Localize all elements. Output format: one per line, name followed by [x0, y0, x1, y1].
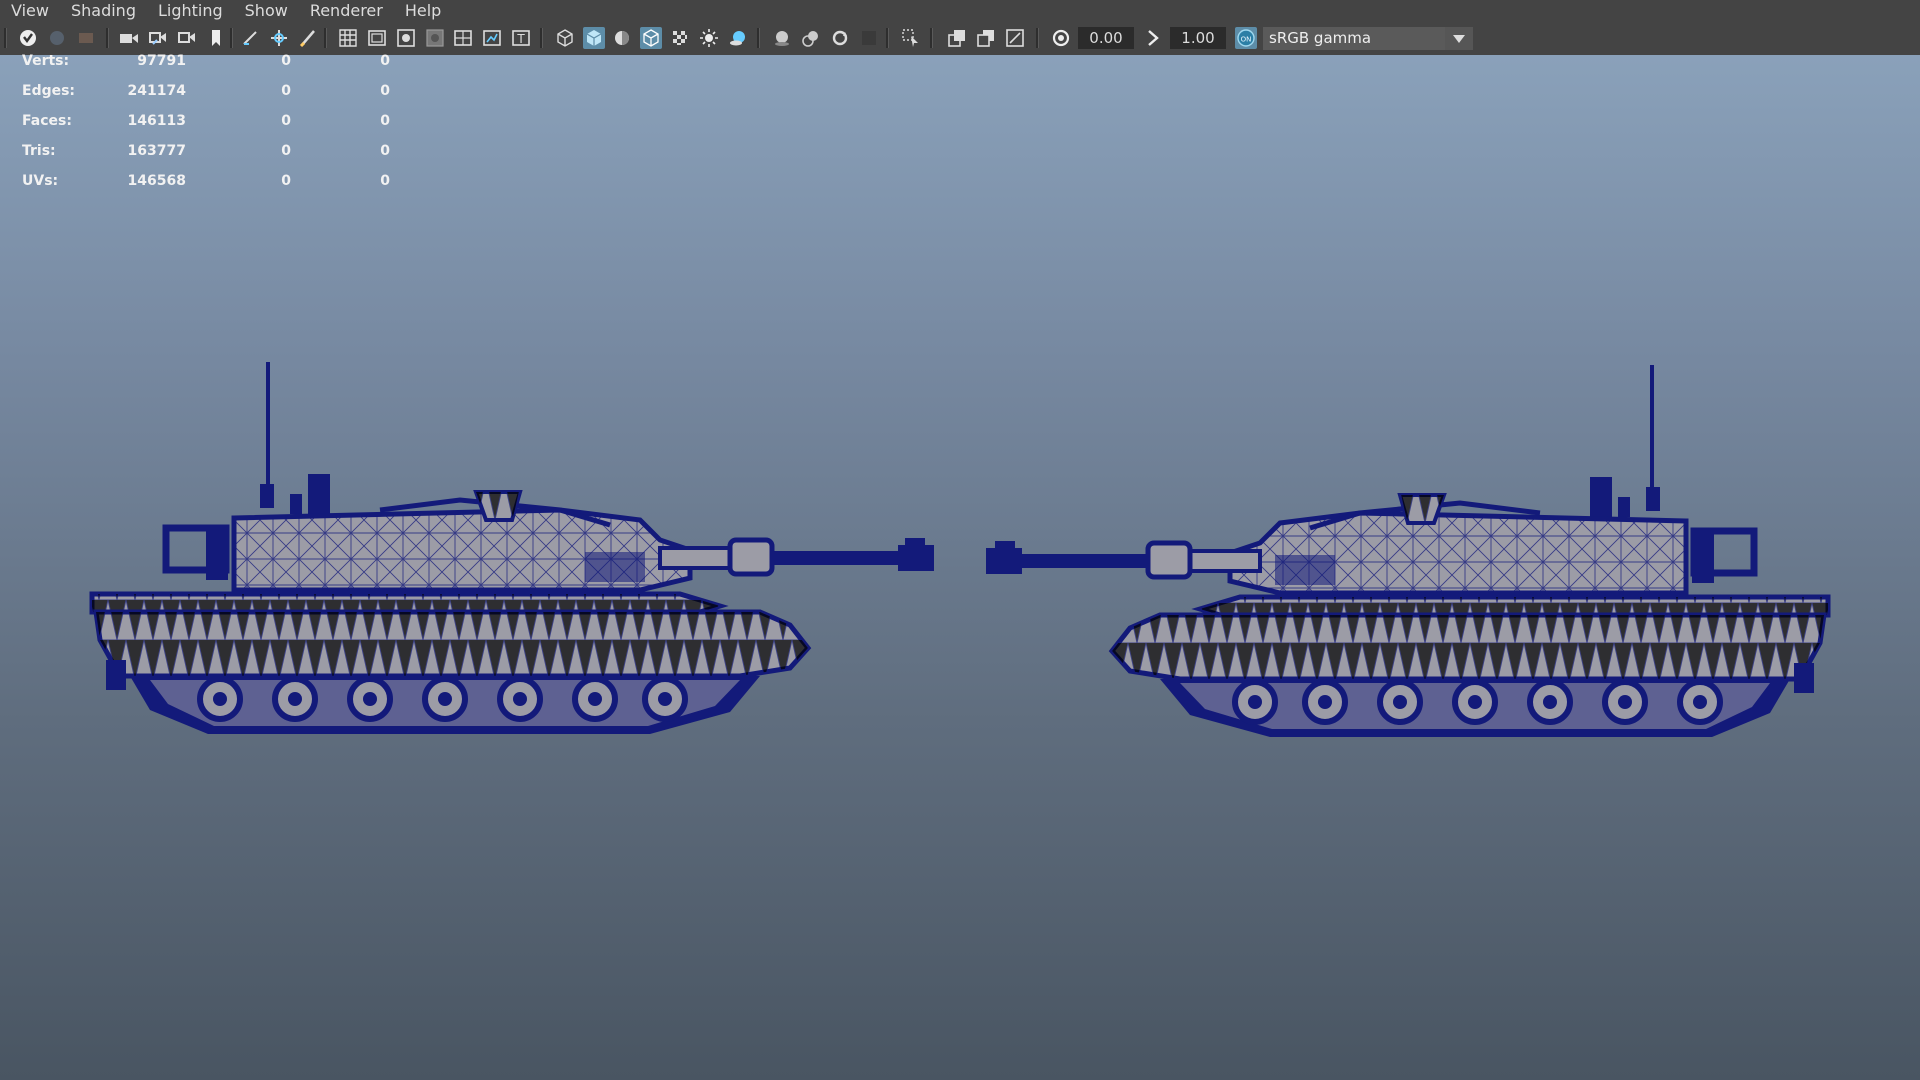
- chevron-down-icon[interactable]: [1445, 27, 1473, 50]
- toolbar-divider: [230, 28, 233, 48]
- safe-title-icon[interactable]: [424, 27, 446, 49]
- safe-action-icon[interactable]: [395, 27, 417, 49]
- menu-view[interactable]: View: [0, 0, 60, 22]
- select-camera-icon[interactable]: [17, 27, 39, 49]
- xray-joints-icon[interactable]: [858, 27, 880, 49]
- isolate-select-icon[interactable]: [800, 27, 822, 49]
- anti-aliasing-icon[interactable]: [727, 27, 749, 49]
- toolbar-divider: [930, 28, 933, 48]
- menu-renderer[interactable]: Renderer: [299, 0, 394, 22]
- depth-of-field-icon[interactable]: [771, 27, 793, 49]
- panel-toolbar: T 0.00 1.00 ON sRGB gamma: [0, 22, 1920, 56]
- textured-icon[interactable]: [583, 27, 605, 49]
- gate-mask-icon[interactable]: [337, 27, 359, 49]
- menu-bar: View Shading Lighting Show Renderer Help: [0, 0, 1920, 22]
- shadows-icon[interactable]: [640, 27, 662, 49]
- lock-camera-icon[interactable]: [46, 27, 68, 49]
- menu-shading[interactable]: Shading: [60, 0, 147, 22]
- toolbar-divider: [757, 28, 760, 48]
- camera-2d-pan-icon[interactable]: [176, 27, 198, 49]
- default-material-icon[interactable]: T: [510, 27, 532, 49]
- grease-pencil-icon[interactable]: [205, 27, 227, 49]
- grid-icon[interactable]: [240, 27, 262, 49]
- camera-attributes-icon[interactable]: [75, 27, 97, 49]
- exposure-field[interactable]: 0.00: [1078, 27, 1134, 49]
- smooth-shade-icon[interactable]: [481, 27, 503, 49]
- gamma-toggle-icon[interactable]: [1142, 27, 1164, 49]
- resolution-gate-icon[interactable]: [297, 27, 319, 49]
- view-transform-toggle-icon[interactable]: ON: [1235, 27, 1257, 49]
- color-space-value: sRGB gamma: [1269, 29, 1372, 47]
- toolbar-divider: [886, 28, 889, 48]
- field-chart-icon[interactable]: [366, 27, 388, 49]
- xray-icon[interactable]: [829, 27, 851, 49]
- image-plane-icon[interactable]: [118, 27, 140, 49]
- tank-model-left[interactable]: [92, 362, 934, 734]
- toolbar-divider: [4, 28, 7, 48]
- wireframe-on-shaded-icon[interactable]: [554, 27, 576, 49]
- color-management-icon[interactable]: [1004, 27, 1026, 49]
- bookmark-icon[interactable]: [147, 27, 169, 49]
- tank-model-right[interactable]: [986, 365, 1828, 737]
- exposure-icon[interactable]: [946, 27, 968, 49]
- scene-canvas[interactable]: [0, 55, 1920, 1080]
- menu-show[interactable]: Show: [234, 0, 299, 22]
- screen-space-ao-icon[interactable]: [669, 27, 691, 49]
- toolbar-divider: [324, 28, 327, 48]
- color-space-dropdown[interactable]: sRGB gamma: [1263, 27, 1473, 50]
- gamma-icon[interactable]: [975, 27, 997, 49]
- svg-text:T: T: [516, 32, 525, 46]
- perspective-viewport[interactable]: Verts: 97791 0 0 Edges: 241174 0 0 Faces…: [0, 53, 1920, 1080]
- use-all-lights-icon[interactable]: [611, 27, 633, 49]
- motion-blur-icon[interactable]: [698, 27, 720, 49]
- menu-help[interactable]: Help: [394, 0, 452, 22]
- svg-text:ON: ON: [1241, 36, 1252, 44]
- toolbar-divider: [540, 28, 543, 48]
- wireframe-icon[interactable]: [452, 27, 474, 49]
- xray-components-icon[interactable]: [900, 27, 922, 49]
- film-gate-icon[interactable]: [268, 27, 290, 49]
- exposure-toggle-icon[interactable]: [1050, 27, 1072, 49]
- menu-lighting[interactable]: Lighting: [147, 0, 234, 22]
- toolbar-divider: [1036, 28, 1039, 48]
- gamma-field[interactable]: 1.00: [1170, 27, 1226, 49]
- toolbar-divider: [106, 28, 109, 48]
